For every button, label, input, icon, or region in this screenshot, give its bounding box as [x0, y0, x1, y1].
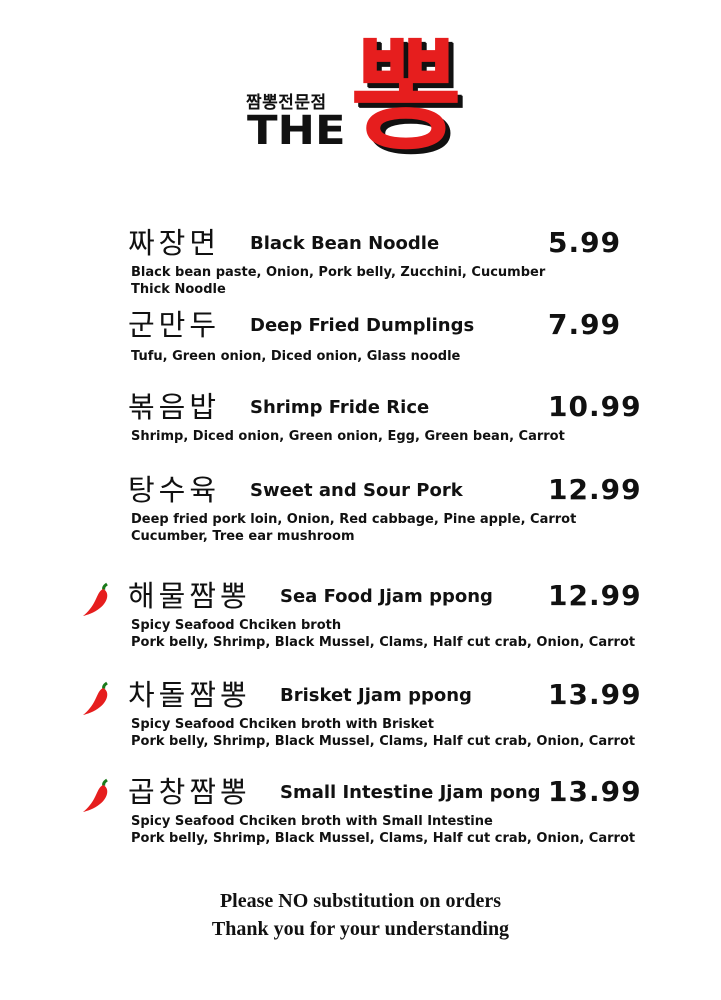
logo: 짬뽕전문점 THE 뽕 [0, 0, 721, 190]
description-line: Spicy Seafood Chciken broth with Brisket [131, 717, 434, 732]
description-line: Spicy Seafood Chciken broth [131, 618, 342, 633]
menu-item-price: 7.99 [548, 308, 622, 341]
menu-item-price: 10.99 [548, 390, 642, 423]
menu-item-english-name: Small Intestine Jjam pong [280, 782, 541, 803]
menu-item-price: 13.99 [548, 678, 642, 711]
menu-item-korean-name: 차돌짬뽕 [128, 678, 251, 712]
menu-item-english-name: Sea Food Jjam ppong [280, 586, 493, 607]
description-line: Black bean paste, Onion, Pork belly, Zuc… [131, 265, 546, 280]
menu-item-korean-name: 군만두 [128, 308, 221, 342]
description-line: Shrimp, Diced onion, Green onion, Egg, G… [131, 429, 565, 444]
menu-item-korean-name: 볶음밥 [128, 390, 221, 424]
description-line: Pork belly, Shrimp, Black Mussel, Clams,… [131, 831, 636, 846]
footer-notice: Please NO substitution on orders [219, 890, 502, 912]
menu-item-description: Shrimp, Diced onion, Green onion, Egg, G… [131, 428, 565, 445]
description-line: Deep fried pork loin, Onion, Red cabbage… [131, 512, 577, 527]
chili-pepper-icon [83, 681, 108, 715]
menu-item-korean-name: 탕수육 [128, 473, 221, 507]
menu-item-price: 12.99 [548, 473, 642, 506]
chili-pepper-icon [83, 778, 108, 812]
description-line: Pork belly, Shrimp, Black Mussel, Clams,… [131, 734, 636, 749]
menu-item-price: 13.99 [548, 775, 642, 808]
description-line: Spicy Seafood Chciken broth with Small I… [131, 814, 493, 829]
description-line: Thick Noodle [131, 282, 226, 297]
menu-item-description: Spicy Seafood Chciken broth Pork belly, … [131, 617, 635, 651]
logo-mark: 뽕 [350, 25, 463, 167]
menu-item-description: Spicy Seafood Chciken broth with Small I… [131, 813, 635, 847]
menu-item-description: Tufu, Green onion, Diced onion, Glass no… [131, 348, 460, 365]
footer-thanks: Thank you for your understanding [211, 918, 510, 940]
menu-item-price: 5.99 [548, 226, 622, 259]
menu-item-english-name: Black Bean Noodle [250, 233, 440, 254]
menu-item-english-name: Shrimp Fride Rice [250, 397, 430, 418]
description-line: Tufu, Green onion, Diced onion, Glass no… [131, 349, 461, 364]
description-line: Pork belly, Shrimp, Black Mussel, Clams,… [131, 635, 636, 650]
menu-item-description: Spicy Seafood Chciken broth with Brisket… [131, 716, 635, 750]
menu-item-english-name: Sweet and Sour Pork [250, 480, 463, 501]
menu-item-english-name: Deep Fried Dumplings [250, 315, 475, 336]
menu-item-description: Deep fried pork loin, Onion, Red cabbage… [131, 511, 576, 545]
menu-item-korean-name: 짜장면 [128, 226, 221, 260]
menu-item-english-name: Brisket Jjam ppong [280, 685, 472, 706]
menu-item-description: Black bean paste, Onion, Pork belly, Zuc… [131, 264, 545, 298]
menu-item-korean-name: 곱창짬뽕 [128, 775, 251, 809]
menu-item-korean-name: 해물짬뽕 [128, 579, 251, 613]
menu-item-price: 12.99 [548, 579, 642, 612]
description-line: Cucumber, Tree ear mushroom [131, 529, 355, 544]
logo-the: THE [247, 108, 346, 154]
chili-pepper-icon [83, 582, 108, 616]
